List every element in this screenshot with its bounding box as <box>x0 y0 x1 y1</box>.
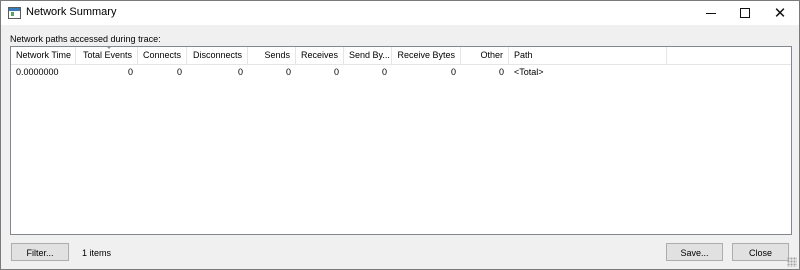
network-summary-window: Network Summary ✕ Network paths accessed… <box>0 0 800 270</box>
cell-send-bytes: 0 <box>381 67 387 77</box>
section-label: Network paths accessed during trace: <box>10 34 161 44</box>
close-button[interactable]: Close <box>732 243 789 261</box>
minimize-button[interactable] <box>694 1 728 25</box>
sort-indicator-icon <box>106 47 112 49</box>
cell-connects: 0 <box>176 67 182 77</box>
column-header-receive-bytes[interactable]: Receive Bytes <box>392 47 461 64</box>
minimize-icon <box>706 12 716 14</box>
column-header-receives[interactable]: Receives <box>296 47 344 64</box>
column-header-total-events[interactable]: Total Events <box>76 47 138 64</box>
cell-total-events: 0 <box>127 67 133 77</box>
table-row[interactable]: 0.0000000 0 0 0 0 0 0 0 0 <Total> <box>11 65 791 79</box>
table-header: Network Time Total Events Connects Disco… <box>11 47 791 65</box>
column-header-sends[interactable]: Sends <box>248 47 296 64</box>
cell-path: <Total> <box>514 67 544 77</box>
window-title: Network Summary <box>26 6 117 18</box>
cell-receive-bytes: 0 <box>450 67 456 77</box>
close-window-button[interactable]: ✕ <box>763 1 797 25</box>
title-bar[interactable]: Network Summary ✕ <box>1 1 799 25</box>
column-header-network-time[interactable]: Network Time <box>11 47 76 64</box>
filter-button[interactable]: Filter... <box>11 243 69 261</box>
cell-sends: 0 <box>285 67 291 77</box>
items-count: 1 items <box>82 248 112 258</box>
cell-other: 0 <box>498 67 504 77</box>
resize-grip-icon[interactable] <box>787 257 797 267</box>
column-header-disconnects[interactable]: Disconnects <box>187 47 248 64</box>
column-header-connects[interactable]: Connects <box>138 47 187 64</box>
column-header-send-bytes[interactable]: Send By... <box>344 47 392 64</box>
close-icon: ✕ <box>773 4 787 22</box>
maximize-button[interactable] <box>728 1 762 25</box>
network-paths-list[interactable]: Network Time Total Events Connects Disco… <box>10 46 792 235</box>
cell-network-time: 0.0000000 <box>16 67 59 77</box>
app-icon <box>8 7 21 19</box>
column-header-other[interactable]: Other <box>461 47 509 64</box>
column-header-path[interactable]: Path <box>509 47 667 64</box>
cell-receives: 0 <box>333 67 339 77</box>
cell-disconnects: 0 <box>237 67 243 77</box>
save-button[interactable]: Save... <box>666 243 723 261</box>
maximize-icon <box>740 8 750 18</box>
